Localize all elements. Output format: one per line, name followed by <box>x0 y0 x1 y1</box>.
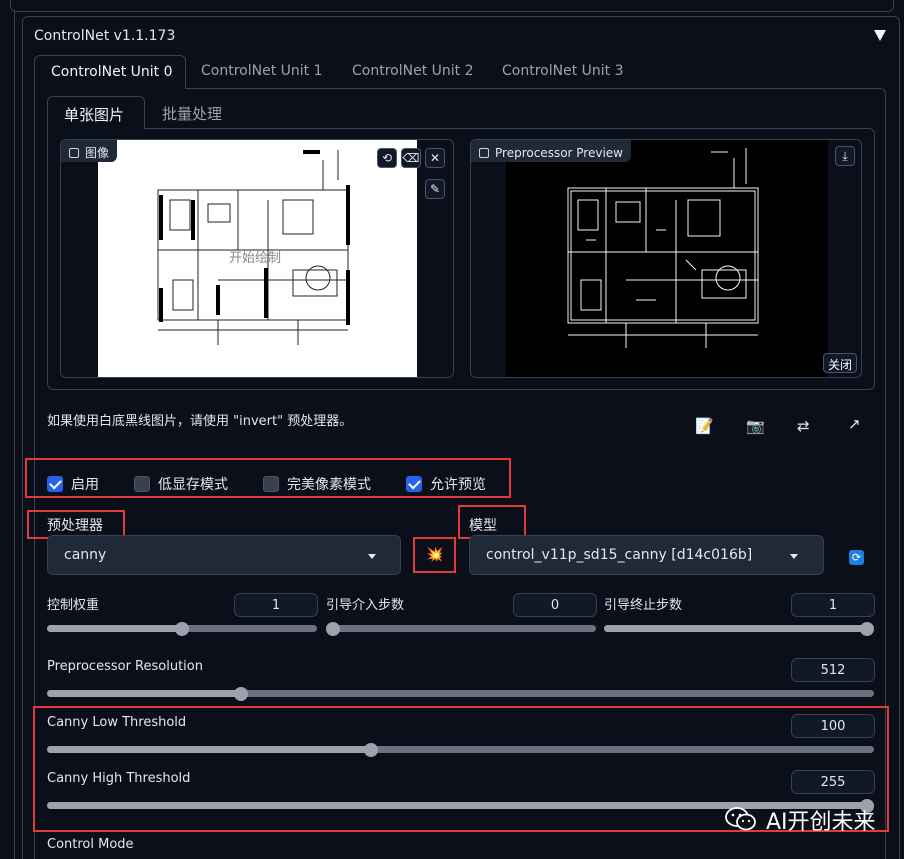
input-image-box[interactable]: 开始绘制 图像 ⟲ ⌫ ✕ ✎ <box>60 139 454 378</box>
preview-label: Preprocessor Preview <box>471 140 631 162</box>
start-input[interactable]: 0 <box>513 593 597 617</box>
slider-thumb[interactable] <box>364 743 379 757</box>
end-input[interactable]: 1 <box>791 593 875 617</box>
camera-icon[interactable]: 📷 <box>746 417 765 435</box>
preprocessor-label: 预处理器 <box>47 518 103 534</box>
control-mode-label: Control Mode <box>47 837 134 852</box>
tab-batch[interactable]: 批量处理 <box>162 103 222 124</box>
low-threshold-label: Canny Low Threshold <box>47 715 187 730</box>
brush-button[interactable]: ✎ <box>425 179 445 199</box>
low-threshold-input[interactable]: 100 <box>791 714 875 738</box>
high-threshold-label: Canny High Threshold <box>47 771 191 786</box>
image-label: 图像 <box>61 140 118 162</box>
pixel-perfect-checkbox-row[interactable]: 完美像素模式 <box>263 474 371 494</box>
close-preview-button[interactable]: 关闭 <box>823 353 858 373</box>
eraser-button[interactable]: ⌫ <box>401 148 421 168</box>
chevron-down-icon <box>368 554 376 559</box>
outer-rule <box>14 12 15 859</box>
collapse-triangle-icon[interactable] <box>874 30 886 41</box>
refresh-models-icon[interactable]: ⟳ <box>849 550 864 565</box>
slider-thumb[interactable] <box>233 687 248 701</box>
send-dimensions-icon[interactable]: ↗ <box>848 415 861 433</box>
slider-fill <box>47 746 372 753</box>
slider-thumb[interactable] <box>326 622 340 636</box>
accordion-title[interactable]: ControlNet v1.1.173 <box>34 28 175 44</box>
weight-label: 控制权重 <box>47 598 100 613</box>
tab-single-image[interactable]: 单张图片 <box>47 96 145 129</box>
upper-panel-frame <box>10 0 894 12</box>
swap-icon[interactable]: ⇄ <box>797 417 810 435</box>
pixel-perfect-label: 完美像素模式 <box>287 477 371 493</box>
edge-map <box>567 148 759 348</box>
slider-fill <box>47 625 182 632</box>
tab-unit-2[interactable]: ControlNet Unit 2 <box>352 63 474 79</box>
allow-preview-label: 允许预览 <box>430 477 486 493</box>
allow-preview-checkbox-row[interactable]: 允许预览 <box>406 474 486 494</box>
lowvram-checkbox[interactable] <box>134 476 150 492</box>
allow-preview-checkbox[interactable] <box>406 476 422 492</box>
preprocessor-dropdown[interactable]: canny <box>47 535 401 575</box>
start-label: 引导介入步数 <box>326 598 405 613</box>
enable-checkbox-row[interactable]: 启用 <box>47 474 99 494</box>
image-icon <box>479 147 489 158</box>
enable-label: 启用 <box>71 477 99 493</box>
tab-unit-1[interactable]: ControlNet Unit 1 <box>201 63 323 79</box>
weight-input[interactable]: 1 <box>234 593 318 617</box>
watermark-text: AI开创未来 <box>766 810 876 835</box>
pixel-perfect-checkbox[interactable] <box>263 476 279 492</box>
lowvram-label: 低显存模式 <box>158 477 228 493</box>
slider-track <box>326 625 596 632</box>
resolution-label: Preprocessor Resolution <box>47 659 203 674</box>
undo-button[interactable]: ⟲ <box>377 148 397 168</box>
slider-thumb[interactable] <box>175 622 189 636</box>
slider-thumb[interactable] <box>860 622 874 636</box>
floorplan-canvas[interactable]: 开始绘制 <box>98 140 417 377</box>
explosion-icon[interactable]: 💥 <box>426 547 443 563</box>
image-label-text: 图像 <box>85 146 110 160</box>
image-icon <box>69 147 79 158</box>
preprocessor-preview-box: Preprocessor Preview ⤓ 关闭 <box>470 139 862 378</box>
resolution-input[interactable]: 512 <box>791 658 875 682</box>
draw-hint-text: 开始绘制 <box>229 251 281 266</box>
end-label: 引导终止步数 <box>604 598 683 613</box>
slider-fill <box>47 690 241 697</box>
download-button[interactable]: ⤓ <box>835 146 855 166</box>
tab-unit-3[interactable]: ControlNet Unit 3 <box>502 63 624 79</box>
model-value: control_v11p_sd15_canny [d14c016b] <box>486 547 753 563</box>
tab-unit-0[interactable]: ControlNet Unit 0 <box>34 55 186 89</box>
notepad-icon[interactable]: 📝 <box>695 417 714 435</box>
lowvram-checkbox-row[interactable]: 低显存模式 <box>134 474 228 494</box>
enable-checkbox[interactable] <box>47 476 63 492</box>
clear-image-button[interactable]: ✕ <box>425 148 445 168</box>
model-label: 模型 <box>469 518 497 534</box>
floorplan-sketch: 开始绘制 <box>157 150 350 345</box>
model-dropdown[interactable]: control_v11p_sd15_canny [d14c016b] <box>469 535 824 575</box>
invert-hint: 如果使用白底黑线图片，请使用 "invert" 预处理器。 <box>47 414 353 429</box>
preview-canvas <box>506 140 828 377</box>
wechat-icon <box>724 806 758 832</box>
preview-label-text: Preprocessor Preview <box>495 145 623 160</box>
chevron-down-icon <box>790 554 798 559</box>
slider-fill <box>604 625 867 632</box>
preprocessor-value: canny <box>64 547 107 563</box>
high-threshold-input[interactable]: 255 <box>791 770 875 794</box>
